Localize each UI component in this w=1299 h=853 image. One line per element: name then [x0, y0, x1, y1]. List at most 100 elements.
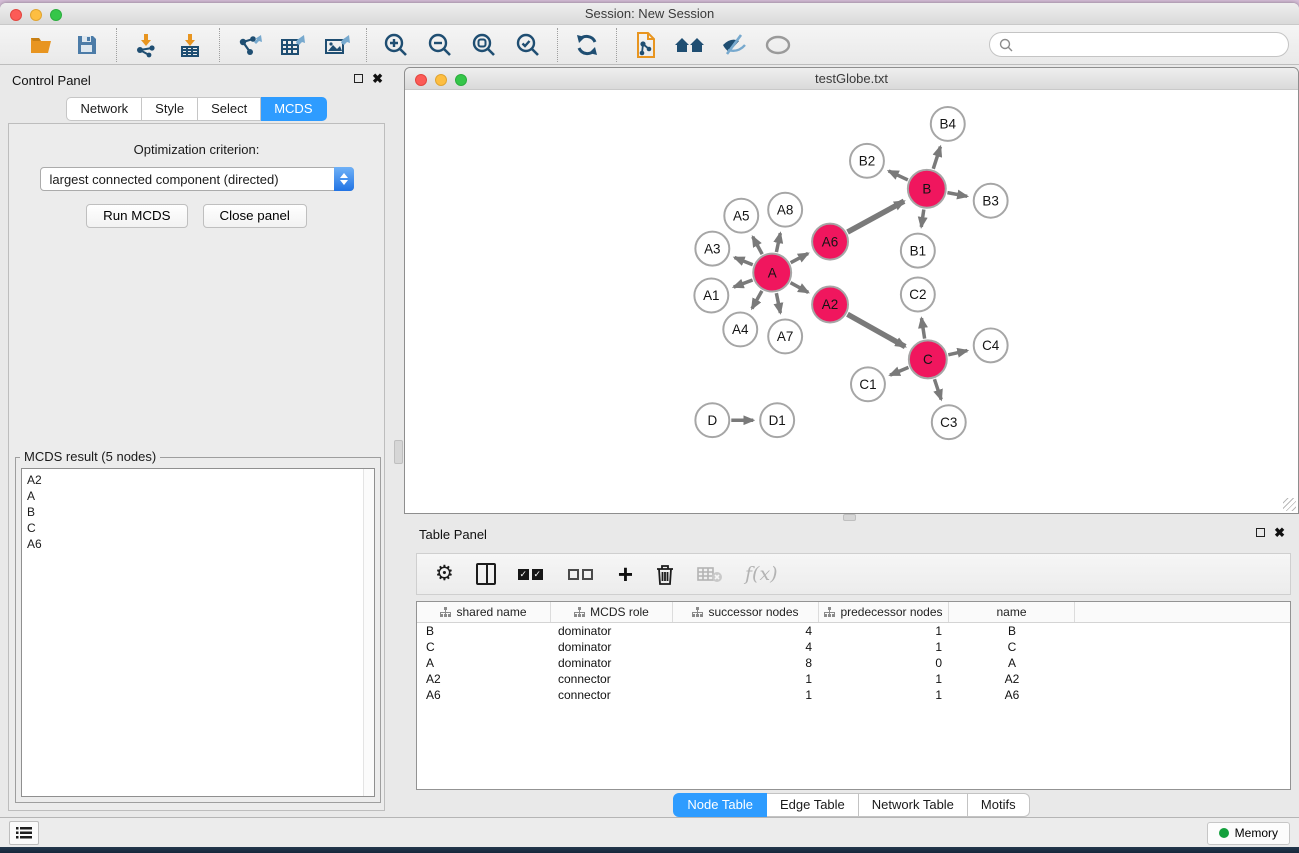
column-header-successor-nodes[interactable]: successor nodes — [673, 602, 819, 622]
graph-node-A5[interactable]: A5 — [724, 199, 758, 233]
mcds-result-item[interactable]: A6 — [27, 536, 374, 552]
edge-A2-C[interactable] — [847, 314, 905, 346]
edge-C-C4[interactable] — [948, 351, 967, 355]
table-cell[interactable]: C — [417, 639, 551, 655]
edge-B-B3[interactable] — [947, 193, 967, 197]
tab-edge-table[interactable]: Edge Table — [767, 793, 859, 817]
table-cell[interactable]: A — [949, 655, 1075, 671]
open-session-button[interactable] — [24, 28, 62, 62]
graph-node-A[interactable]: A — [753, 254, 791, 292]
gear-icon[interactable]: ⚙ — [435, 559, 454, 589]
table-cell[interactable]: A — [417, 655, 551, 671]
edge-B-B4[interactable] — [933, 147, 940, 169]
mcds-result-list[interactable]: A2ABCA6 — [21, 468, 375, 797]
refresh-button[interactable] — [568, 28, 606, 62]
graph-node-A8[interactable]: A8 — [768, 193, 802, 227]
search-input[interactable] — [989, 32, 1289, 57]
edge-A-A5[interactable] — [753, 237, 762, 254]
table-cell[interactable]: 1 — [819, 623, 949, 639]
table-row[interactable]: Cdominator41C — [417, 639, 1290, 655]
graph-node-C3[interactable]: C3 — [932, 405, 966, 439]
table-cell[interactable]: dominator — [551, 639, 673, 655]
tab-node-table[interactable]: Node Table — [673, 793, 767, 817]
zoom-out-button[interactable] — [421, 28, 459, 62]
document-network-button[interactable] — [627, 28, 665, 62]
mcds-result-item[interactable]: B — [27, 504, 374, 520]
network-canvas[interactable]: B4B2BB3A8A5A6A3B1AA1C2A2A4A7C4CC1DD1C3 — [405, 90, 1298, 513]
graph-node-A2[interactable]: A2 — [812, 287, 848, 323]
float-panel-icon[interactable] — [1256, 528, 1265, 537]
table-cell[interactable]: 1 — [673, 687, 819, 703]
task-history-button[interactable] — [9, 821, 39, 845]
table-cell[interactable]: dominator — [551, 655, 673, 671]
scrollbar-track[interactable] — [363, 469, 374, 796]
table-cell[interactable]: 1 — [819, 639, 949, 655]
tab-motifs[interactable]: Motifs — [968, 793, 1030, 817]
zoom-selected-button[interactable] — [509, 28, 547, 62]
edge-A-A3[interactable] — [735, 258, 753, 265]
column-header-shared-name[interactable]: shared name — [417, 602, 551, 622]
graph-node-C[interactable]: C — [909, 340, 947, 378]
edge-C-C1[interactable] — [890, 367, 908, 375]
column-header-name[interactable]: name — [949, 602, 1075, 622]
run-mcds-button[interactable]: Run MCDS — [86, 204, 187, 228]
table-row[interactable]: Adominator80A — [417, 655, 1290, 671]
tab-network[interactable]: Network — [66, 97, 142, 121]
save-session-button[interactable] — [68, 28, 106, 62]
graph-node-A3[interactable]: A3 — [695, 232, 729, 266]
table-cell[interactable]: A2 — [949, 671, 1075, 687]
columns-icon[interactable] — [476, 559, 496, 589]
edge-A6-B[interactable] — [848, 201, 904, 232]
graph-node-C4[interactable]: C4 — [974, 328, 1008, 362]
table-row[interactable]: A6connector11A6 — [417, 687, 1290, 703]
node-table[interactable]: shared nameMCDS rolesuccessor nodesprede… — [416, 601, 1291, 790]
tab-style[interactable]: Style — [142, 97, 198, 121]
edge-A-A4[interactable] — [752, 291, 762, 309]
zoom-fit-button[interactable] — [465, 28, 503, 62]
table-cell[interactable]: A6 — [417, 687, 551, 703]
graph-node-B4[interactable]: B4 — [931, 107, 965, 141]
zoom-in-button[interactable] — [377, 28, 415, 62]
edge-A-A6[interactable] — [791, 253, 808, 262]
export-table-button[interactable] — [274, 28, 312, 62]
criterion-select[interactable]: largest connected component (directed) — [40, 167, 354, 191]
table-row[interactable]: Bdominator41B — [417, 623, 1290, 639]
table-cell[interactable]: C — [949, 639, 1075, 655]
graph-node-A6[interactable]: A6 — [812, 224, 848, 260]
edge-C-C2[interactable] — [921, 318, 924, 338]
export-network-button[interactable] — [230, 28, 268, 62]
trash-icon[interactable] — [655, 559, 675, 589]
tab-select[interactable]: Select — [198, 97, 261, 121]
table-cell[interactable]: 4 — [673, 623, 819, 639]
mcds-result-item[interactable]: A — [27, 488, 374, 504]
close-panel-icon[interactable]: ✖ — [1274, 527, 1285, 538]
table-cell[interactable]: connector — [551, 687, 673, 703]
home-networks-button[interactable] — [671, 28, 709, 62]
table-cell[interactable]: B — [949, 623, 1075, 639]
select-all-icon[interactable]: ✓✓ — [518, 559, 546, 589]
edge-C-C3[interactable] — [934, 379, 941, 399]
horizontal-splitter-handle[interactable] — [843, 514, 856, 521]
import-network-button[interactable] — [127, 28, 165, 62]
graph-node-B2[interactable]: B2 — [850, 144, 884, 178]
network-graph[interactable]: B4B2BB3A8A5A6A3B1AA1C2A2A4A7C4CC1DD1C3 — [405, 90, 1298, 513]
table-cell[interactable]: A2 — [417, 671, 551, 687]
table-cell[interactable]: 1 — [819, 687, 949, 703]
graph-node-B3[interactable]: B3 — [974, 184, 1008, 218]
deselect-all-icon[interactable] — [568, 559, 596, 589]
float-panel-icon[interactable] — [354, 74, 363, 83]
export-image-button[interactable] — [318, 28, 356, 62]
close-panel-button[interactable]: Close panel — [203, 204, 307, 228]
graph-node-D[interactable]: D — [695, 403, 729, 437]
graph-node-B[interactable]: B — [908, 170, 946, 208]
table-cell[interactable]: 1 — [819, 671, 949, 687]
graph-node-A1[interactable]: A1 — [694, 279, 728, 313]
graph-node-D1[interactable]: D1 — [760, 403, 794, 437]
mcds-result-item[interactable]: C — [27, 520, 374, 536]
edge-A-A7[interactable] — [776, 293, 780, 313]
table-cell[interactable]: B — [417, 623, 551, 639]
edge-B-B2[interactable] — [889, 171, 908, 180]
vertical-splitter-handle[interactable] — [394, 440, 403, 464]
graph-node-B1[interactable]: B1 — [901, 234, 935, 268]
table-row[interactable]: A2connector11A2 — [417, 671, 1290, 687]
